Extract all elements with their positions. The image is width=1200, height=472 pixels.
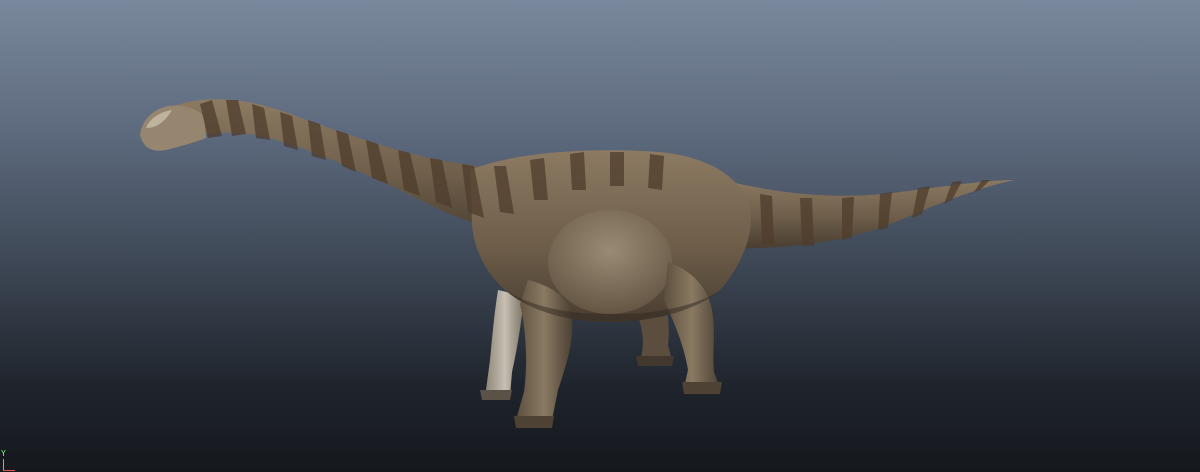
x-axis-line — [3, 470, 15, 471]
y-axis-label: Y — [1, 449, 6, 458]
head — [140, 105, 206, 151]
axis-gizmo: Y — [0, 450, 20, 472]
near-hind-foot — [682, 382, 722, 394]
belly — [548, 210, 672, 314]
far-front-foot — [480, 390, 512, 400]
sauropod-model[interactable] — [0, 0, 1200, 472]
near-front-foot — [514, 416, 554, 428]
far-hind-foot — [636, 356, 674, 366]
far-front-leg — [485, 290, 524, 398]
tail — [715, 178, 1015, 249]
3d-viewport[interactable]: Y — [0, 0, 1200, 472]
